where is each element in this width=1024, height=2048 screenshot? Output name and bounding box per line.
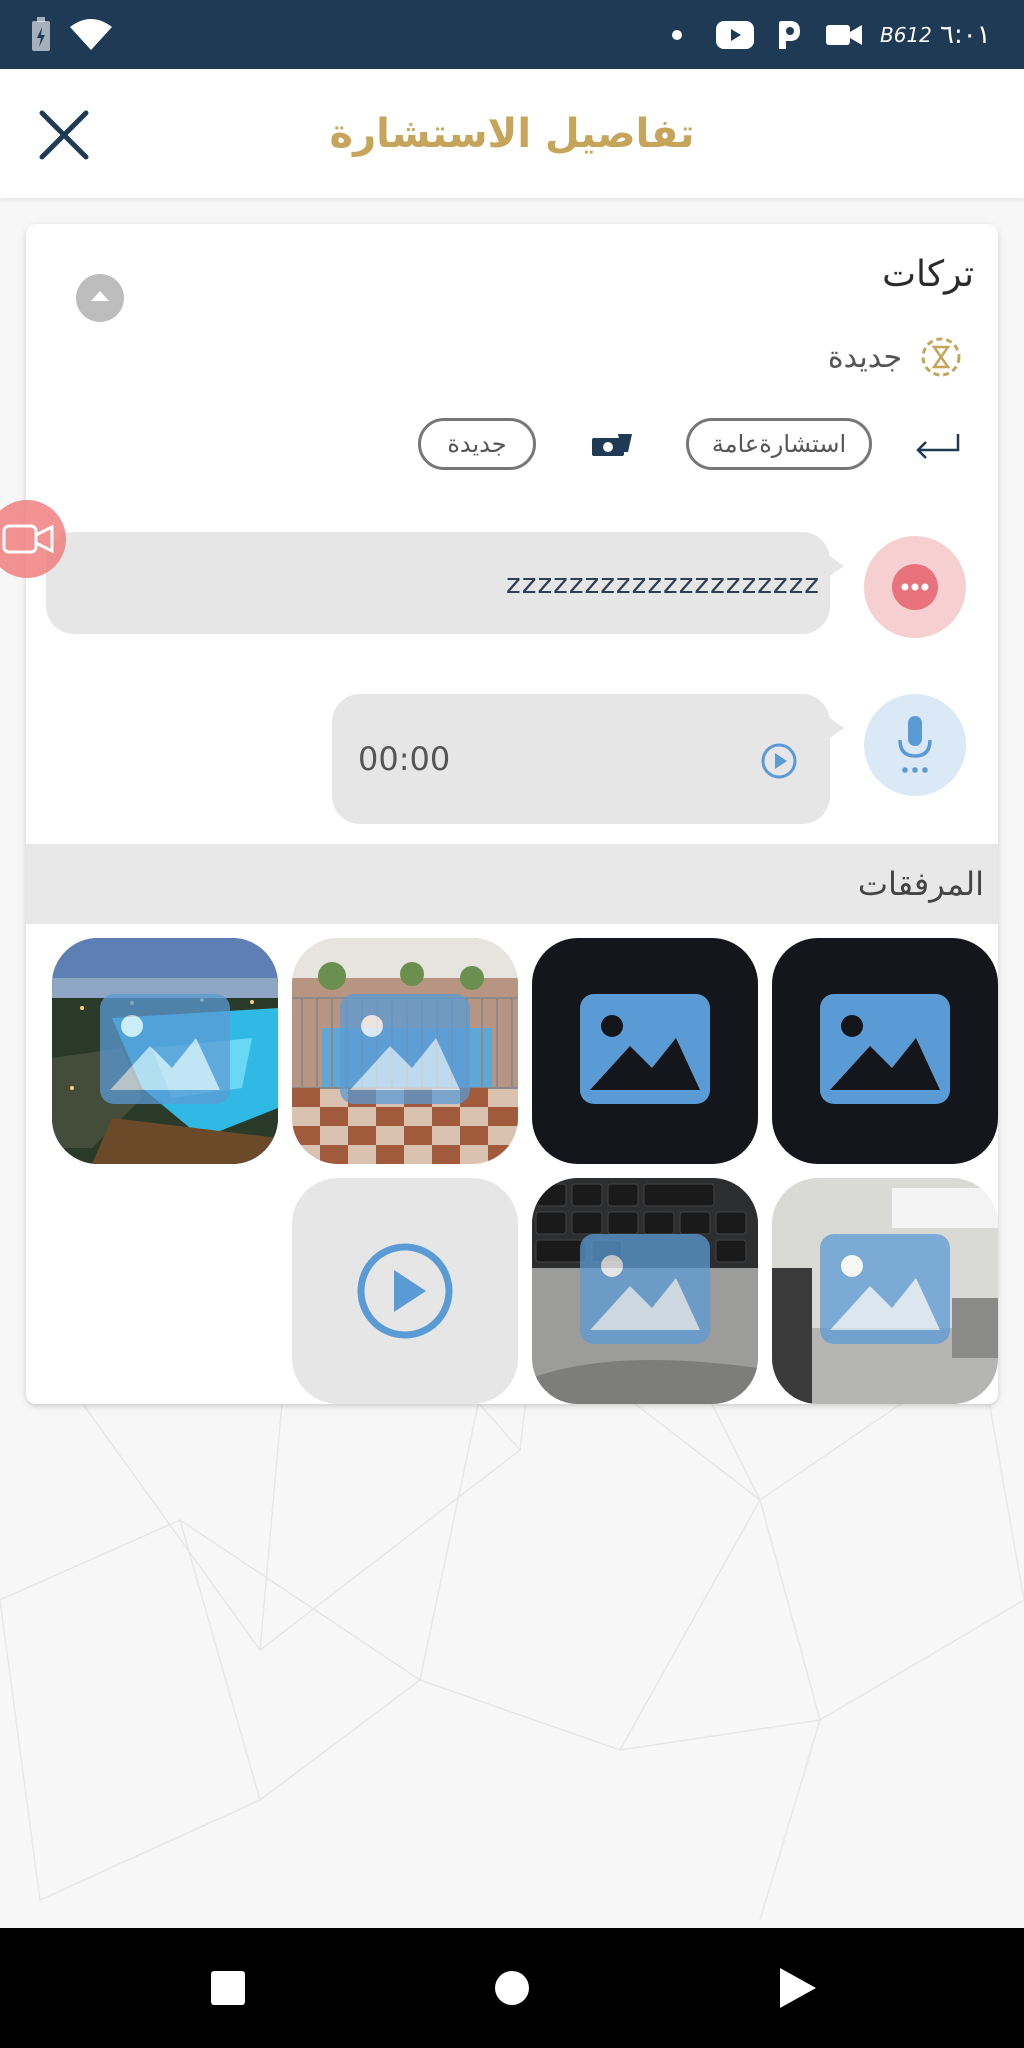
more-button[interactable] [864, 536, 966, 638]
text-message-content: zzzzzzzzzzzzzzzzzzzz [506, 566, 820, 600]
network-label: B612 [880, 22, 932, 47]
close-button[interactable] [34, 105, 94, 165]
notification-dot-icon [672, 0, 682, 69]
video-record-icon [826, 0, 862, 69]
video-camera-icon [2, 524, 54, 554]
audio-time: 00:00 [358, 740, 451, 778]
text-message-bubble: zzzzzzzzzzzzzzzzzzzz [46, 532, 844, 634]
more-dots-icon [892, 564, 938, 610]
audio-message-bubble: 00:00 [332, 694, 844, 824]
status-bar: B612 ٦:٠١ [0, 0, 1024, 69]
collapse-button[interactable] [76, 274, 124, 322]
app-header: تفاصيل الاستشارة [0, 69, 1024, 198]
text-message-row: zzzzzzzzzzzzzzzzzzzz [26, 532, 998, 642]
attachments-header: المرفقات [26, 844, 998, 924]
parking-app-icon [776, 0, 802, 69]
audio-message-row: 00:00 [26, 694, 998, 824]
status-text: جديدة [827, 339, 902, 375]
microphone-badge [864, 694, 966, 796]
status-row: جديدة [828, 332, 962, 382]
image-placeholder-icon [820, 1234, 950, 1344]
attachment-thumbnail[interactable] [532, 938, 758, 1164]
hourglass-icon [921, 337, 961, 377]
play-icon[interactable] [760, 742, 798, 780]
wifi-icon [70, 0, 112, 69]
triangle-icon [780, 1968, 816, 2008]
square-icon [211, 1971, 245, 2005]
image-placeholder-icon [100, 994, 230, 1104]
attachment-thumbnail[interactable] [52, 938, 278, 1164]
page-title: تفاصيل الاستشارة [329, 110, 695, 157]
consultation-type-tag: استشارةعامة [686, 418, 872, 470]
video-attachment-thumbnail[interactable] [292, 1178, 518, 1404]
image-placeholder-icon [580, 1234, 710, 1344]
recents-button[interactable] [178, 1928, 278, 2048]
close-icon [39, 110, 89, 160]
youtube-icon [716, 0, 754, 69]
tags-row: استشارةعامة جديدة [26, 418, 998, 480]
status-tag: جديدة [418, 418, 536, 470]
attachment-thumbnail[interactable] [532, 1178, 758, 1404]
image-placeholder-icon [340, 994, 470, 1104]
back-button[interactable] [748, 1928, 848, 2048]
microphone-icon [898, 716, 932, 773]
money-icon [592, 434, 632, 456]
play-icon [357, 1243, 453, 1339]
attachments-title: المرفقات [857, 865, 984, 903]
clock: ٦:٠١ [940, 19, 991, 50]
home-button[interactable] [462, 1928, 562, 2048]
navigation-bar [0, 1928, 1024, 2048]
attachment-thumbnail[interactable] [772, 938, 998, 1164]
reply-arrow-icon [916, 434, 960, 459]
circle-icon [495, 1971, 529, 2005]
image-placeholder-icon [820, 994, 950, 1104]
user-name: تركات [882, 254, 974, 295]
consultation-card: تركات جديدة استشارةعامة جديدة zzzzzzzzzz… [26, 224, 998, 1404]
image-placeholder-icon [580, 994, 710, 1104]
battery-icon [30, 0, 52, 69]
attachment-thumbnail[interactable] [292, 938, 518, 1164]
attachment-thumbnail[interactable] [772, 1178, 998, 1404]
